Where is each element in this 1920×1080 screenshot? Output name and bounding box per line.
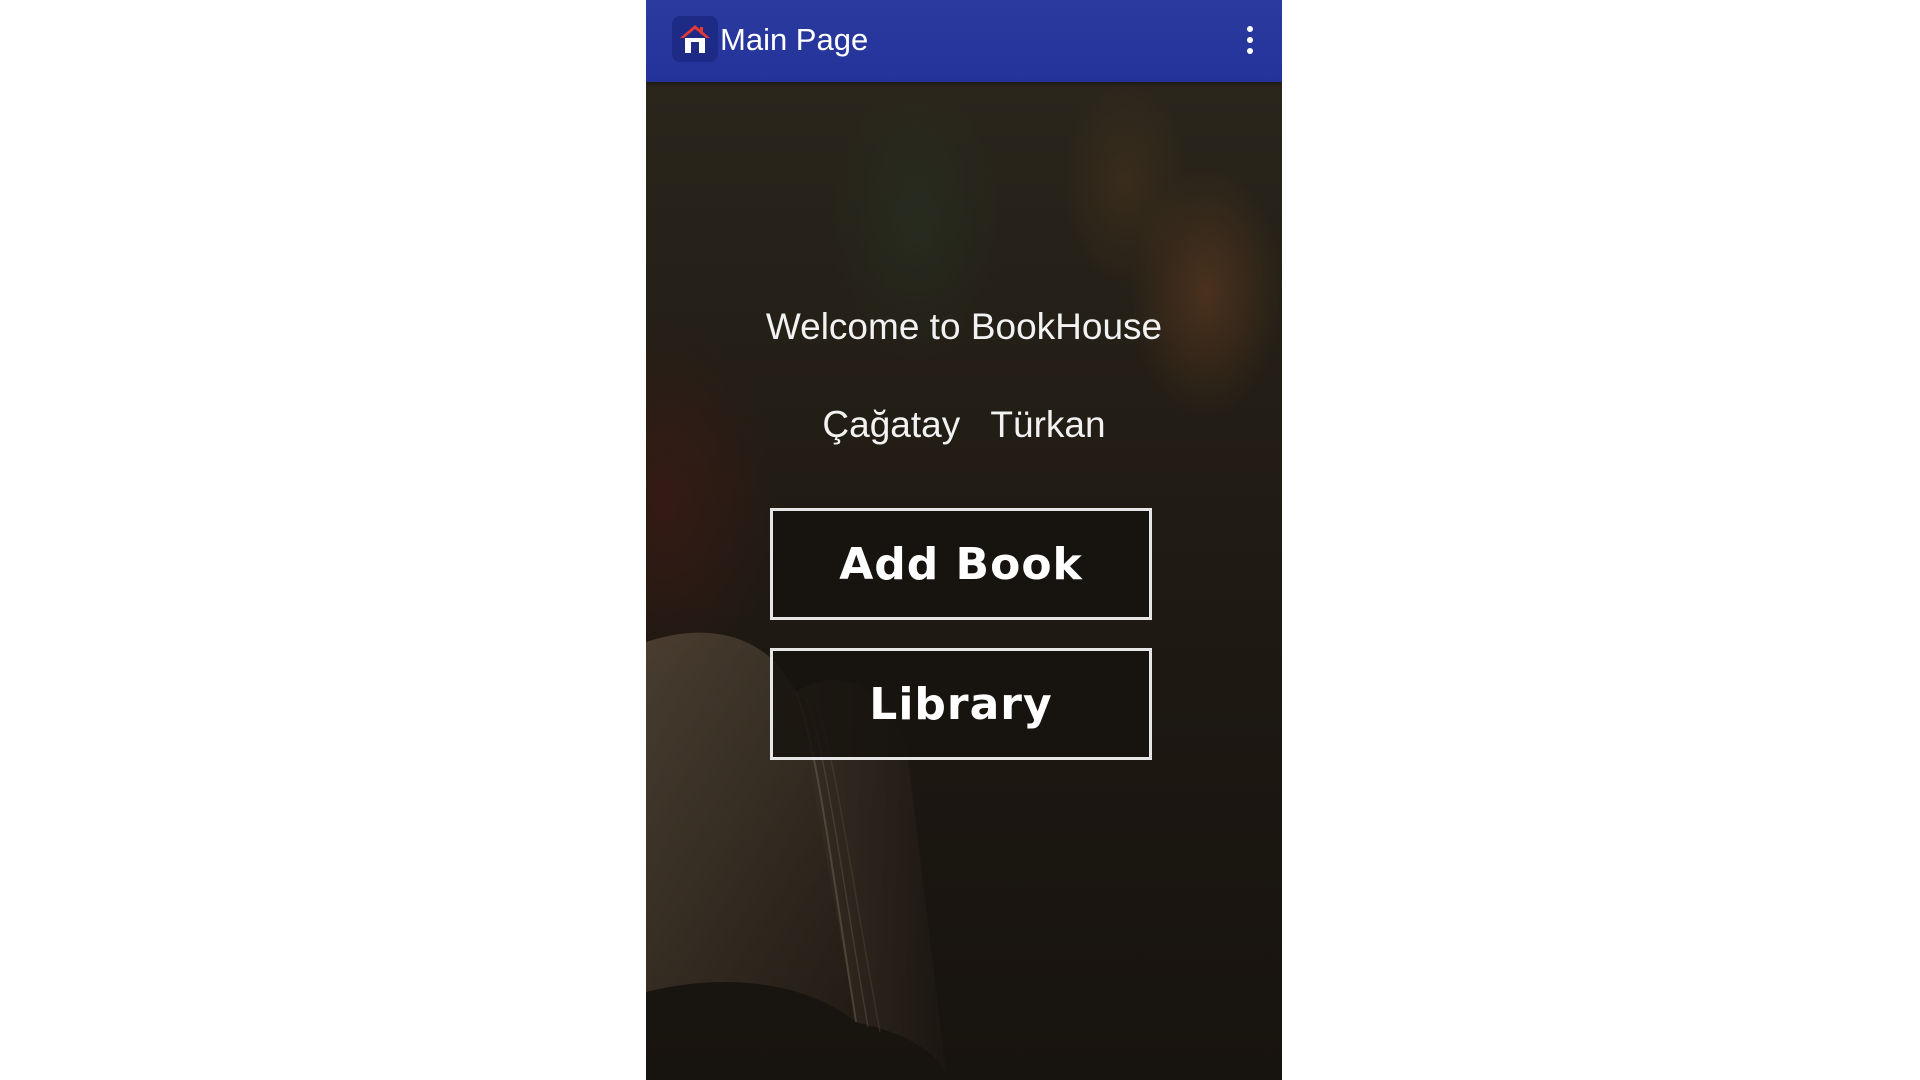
user-name: Çağatay Türkan bbox=[822, 404, 1106, 445]
add-book-button[interactable]: Add Book bbox=[770, 508, 1152, 620]
home-icon bbox=[672, 16, 718, 62]
welcome-text: Welcome to BookHouse bbox=[765, 306, 1163, 347]
app-bar: Main Page bbox=[646, 0, 1282, 82]
overflow-menu-icon[interactable] bbox=[1236, 22, 1264, 58]
main-content: Welcome to BookHouse Çağatay Türkan Add … bbox=[646, 82, 1282, 1080]
page-title: Main Page bbox=[720, 22, 869, 57]
library-button[interactable]: Library bbox=[770, 648, 1152, 760]
menu-dot bbox=[1247, 37, 1253, 43]
menu-dot bbox=[1247, 26, 1253, 32]
phone-screen: Main Page Welcome to BookHouse Çağatay T… bbox=[646, 0, 1282, 1080]
menu-dot bbox=[1247, 48, 1253, 54]
